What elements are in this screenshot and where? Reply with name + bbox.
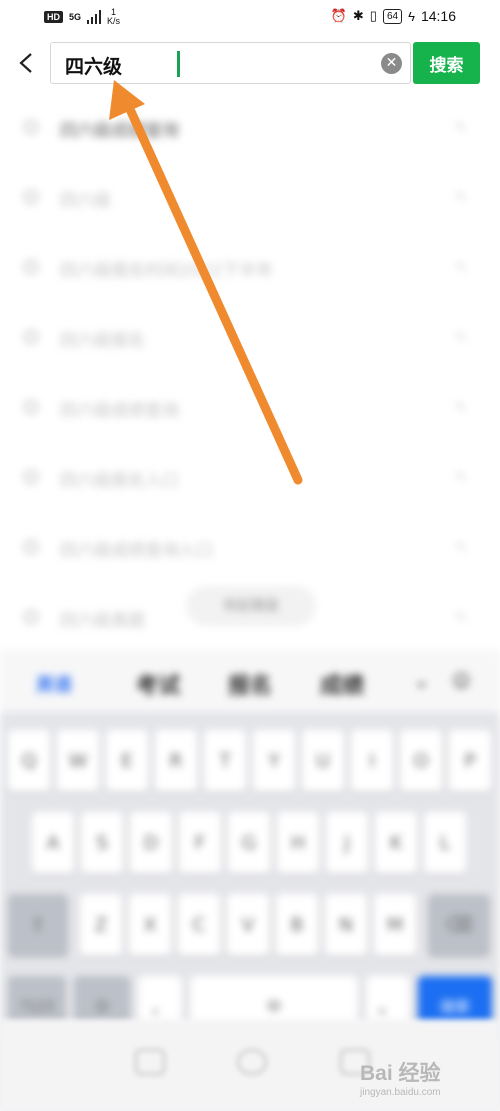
key[interactable]: W	[57, 730, 99, 792]
more-candidates-icon[interactable]: ⌄	[414, 671, 429, 692]
key[interactable]: Y	[253, 730, 295, 792]
key[interactable]: F	[179, 812, 221, 874]
fill-arrow-icon[interactable]: ↖	[455, 187, 468, 206]
suggestion-item[interactable]: 四六级报名 ↖	[0, 302, 500, 372]
candidate-word[interactable]: 报名	[228, 668, 272, 700]
suggestion-text: 四六级报名时间2022下半年	[60, 261, 274, 281]
backspace-key[interactable]: ⌫	[428, 894, 490, 956]
chevron-left-icon	[19, 53, 32, 73]
text-caret	[177, 51, 180, 77]
suggestion-item[interactable]: 四六级成绩查询 ↖	[0, 92, 500, 162]
clock: 14:16	[420, 8, 456, 24]
key[interactable]: C	[178, 894, 220, 956]
status-bar: HD 5G 1 K/s ⏰ ✱ ▯ 64 ϟ 14:16	[0, 0, 500, 36]
key[interactable]: A	[32, 812, 74, 874]
suggestion-item[interactable]: 四六级成绩查询入口 ↖	[0, 512, 500, 582]
search-icon	[24, 260, 38, 274]
fill-arrow-icon[interactable]: ↖	[455, 397, 468, 416]
signal-icon	[87, 10, 102, 24]
search-icon	[24, 400, 38, 414]
nav-back-icon[interactable]	[135, 1049, 165, 1075]
fill-arrow-icon[interactable]: ↖	[455, 537, 468, 556]
search-icon	[24, 120, 38, 134]
key[interactable]: U	[302, 730, 344, 792]
watermark-main: Bai 经验	[360, 1062, 441, 1085]
hide-keyboard-pill[interactable]: 收起键盘	[186, 586, 316, 626]
key[interactable]: I	[351, 730, 393, 792]
fill-arrow-icon[interactable]: ↖	[455, 327, 468, 346]
fill-arrow-icon[interactable]: ↖	[455, 467, 468, 486]
suggestion-item[interactable]: 四六级报名时间2022下半年 ↖	[0, 232, 500, 302]
suggestion-list: 四六级成绩查询 ↖ 四六级 ↖ 四六级报名时间2022下半年 ↖ 四六级报名 ↖…	[0, 92, 500, 652]
search-icon	[24, 610, 38, 624]
emoji-icon[interactable]: ☺	[452, 671, 471, 692]
nav-home-icon[interactable]	[237, 1049, 267, 1075]
search-icon	[24, 330, 38, 344]
charging-icon: ϟ	[408, 8, 415, 24]
suggestion-text: 四六级报名	[60, 331, 145, 351]
candidate-word[interactable]: 英语	[36, 671, 72, 697]
status-right: ⏰ ✱ ▯ 64 ϟ 14:16	[331, 8, 456, 24]
bluetooth-icon: ✱	[352, 8, 364, 23]
candidate-bar: 英语 考试 报名 成绩 ⌄ ☺	[0, 650, 500, 712]
suggestion-text: 四六级成绩查询	[60, 121, 179, 141]
key[interactable]: M	[374, 894, 416, 956]
net-speed-unit: K/s	[107, 16, 121, 26]
candidate-word[interactable]: 成绩	[320, 668, 364, 700]
status-left: HD 5G 1 K/s	[44, 8, 120, 26]
search-icon	[24, 190, 38, 204]
key[interactable]: D	[130, 812, 172, 874]
alarm-icon: ⏰	[330, 8, 347, 23]
fill-arrow-icon[interactable]: ↖	[455, 607, 468, 626]
suggestion-text: 四六级真题	[60, 611, 145, 631]
suggestion-item[interactable]: 四六级 ↖	[0, 162, 500, 232]
suggestion-text: 四六级成绩查询入口	[60, 541, 213, 561]
vibrate-icon: ▯	[369, 8, 377, 23]
watermark-sub: jingyan.baidu.com	[360, 1087, 441, 1098]
key[interactable]: S	[81, 812, 123, 874]
key[interactable]: E	[106, 730, 148, 792]
blurred-content: 四六级成绩查询 ↖ 四六级 ↖ 四六级报名时间2022下半年 ↖ 四六级报名 ↖…	[0, 92, 500, 1111]
clear-icon[interactable]: ✕	[381, 53, 402, 74]
hd-badge: HD	[44, 11, 63, 23]
key[interactable]: Q	[8, 730, 50, 792]
net-speed: 1 K/s	[107, 8, 120, 26]
search-button[interactable]: 搜索	[413, 42, 480, 84]
back-button[interactable]	[14, 48, 38, 78]
search-icon	[24, 470, 38, 484]
key[interactable]: O	[400, 730, 442, 792]
key[interactable]: V	[227, 894, 269, 956]
search-input[interactable]: 四六级 ✕	[50, 42, 411, 84]
search-icon	[24, 540, 38, 554]
fill-arrow-icon[interactable]: ↖	[455, 257, 468, 276]
search-input-value: 四六级	[65, 56, 123, 78]
key[interactable]: B	[276, 894, 318, 956]
key[interactable]: X	[129, 894, 171, 956]
key[interactable]: P	[449, 730, 491, 792]
battery-level: 64	[382, 8, 403, 24]
network-type: 5G	[69, 12, 82, 22]
search-header: 四六级 ✕ 搜索	[0, 36, 500, 92]
suggestion-item[interactable]: 四六级报名入口 ↖	[0, 442, 500, 512]
key[interactable]: J	[326, 812, 368, 874]
key[interactable]: T	[204, 730, 246, 792]
watermark: Bai 经验 jingyan.baidu.com	[360, 1057, 488, 1105]
shift-key[interactable]: ⇧	[8, 894, 68, 956]
suggestion-text: 四六级	[60, 191, 111, 211]
suggestion-item[interactable]: 四六级成绩查询 ↖	[0, 372, 500, 442]
candidate-word[interactable]: 考试	[136, 668, 180, 700]
suggestion-text: 四六级成绩查询	[60, 401, 179, 421]
key[interactable]: R	[155, 730, 197, 792]
fill-arrow-icon[interactable]: ↖	[455, 117, 468, 136]
key[interactable]: K	[375, 812, 417, 874]
key[interactable]: Z	[80, 894, 122, 956]
key[interactable]: N	[325, 894, 367, 956]
key[interactable]: G	[228, 812, 270, 874]
key[interactable]: L	[424, 812, 466, 874]
suggestion-text: 四六级报名入口	[60, 471, 179, 491]
key[interactable]: H	[277, 812, 319, 874]
